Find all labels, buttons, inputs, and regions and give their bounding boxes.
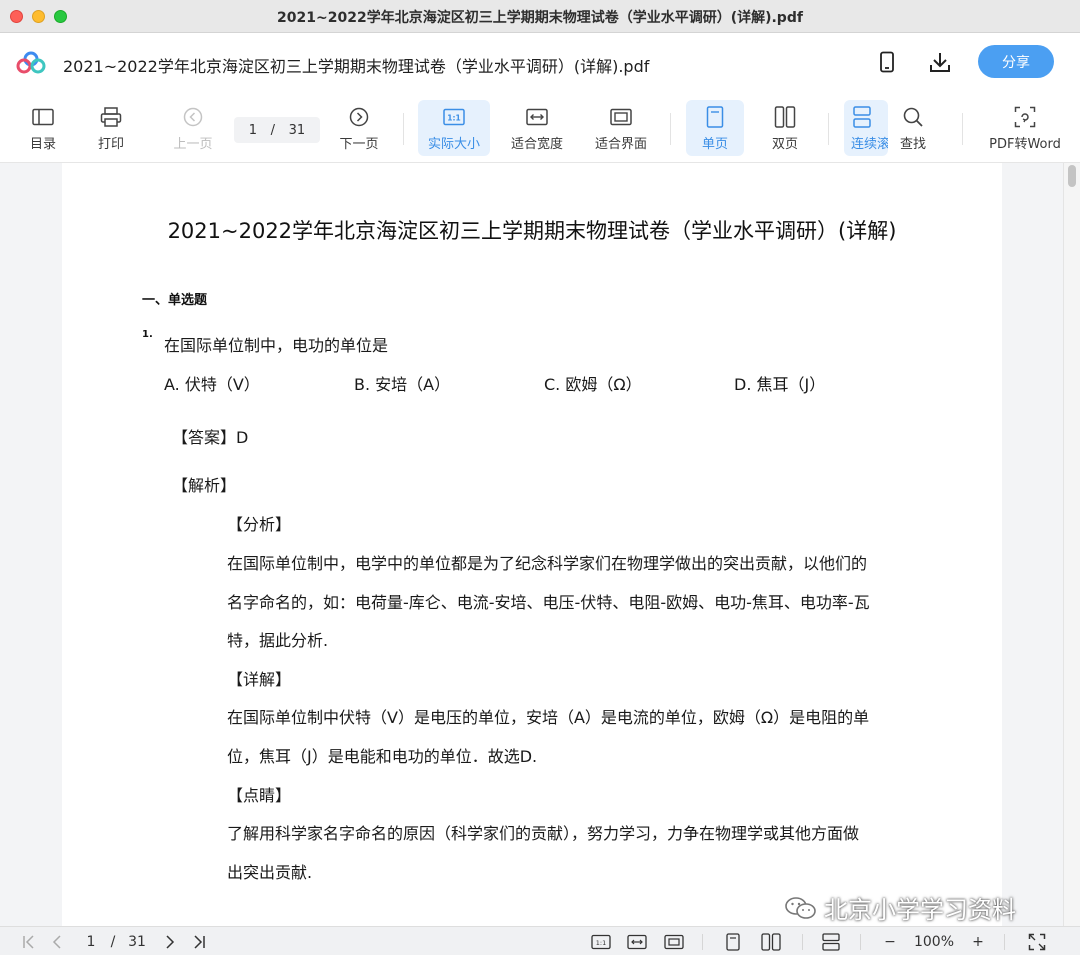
toolbar-divider xyxy=(670,113,671,145)
actual-size-icon: 1:1 xyxy=(443,106,465,128)
analysis-line: 名字命名的，如：电荷量-库仑、电流-安培、电压-伏特、电阻-欧姆、电功-焦耳、电… xyxy=(227,593,870,612)
watermark: 北京小学学习资料 xyxy=(784,890,1016,925)
single-page-icon[interactable] xyxy=(724,932,742,952)
svg-text:1:1: 1:1 xyxy=(447,114,460,123)
analysis-line: 在国际单位制中，电学中的单位都是为了纪念科学家们在物理学做出的突出贡献，以他们的 xyxy=(227,554,868,573)
double-page-icon xyxy=(774,106,796,128)
section-heading: 一、单选题 xyxy=(142,293,208,308)
bottom-page-sep: / xyxy=(110,934,116,950)
answer-line: 【答案】D xyxy=(172,428,249,447)
title-bar: 2021~2022学年北京海淀区初三上学期期末物理试卷（学业水平调研）(详解).… xyxy=(0,0,1080,33)
option-a: A. 伏特（V） xyxy=(164,375,260,394)
sidebar-icon xyxy=(32,106,54,128)
continuous-scroll-icon xyxy=(851,106,873,128)
prev-page-button[interactable]: 上一页 xyxy=(164,100,222,156)
analysis-line: 【点睛】 xyxy=(227,786,292,805)
toolbar-divider xyxy=(403,113,404,145)
pdf-to-word-button[interactable]: PDF转Word xyxy=(984,100,1066,156)
document-viewport[interactable]: 2021~2022学年北京海淀区初三上学期期末物理试卷（学业水平调研）(详解) … xyxy=(0,163,1080,926)
document-title: 2021~2022学年北京海淀区初三上学期期末物理试卷（学业水平调研）(详解).… xyxy=(63,57,650,76)
actual-size-button[interactable]: 1:1 实际大小 xyxy=(418,100,490,156)
analysis-line: 【详解】 xyxy=(227,670,292,689)
continuous-scroll-button[interactable]: 连续滚 xyxy=(844,100,888,156)
bottom-divider xyxy=(702,934,703,950)
zoom-level[interactable]: 100% xyxy=(910,932,958,952)
download-icon[interactable] xyxy=(927,49,953,75)
chevron-left-circle-icon xyxy=(182,106,204,128)
bottom-page-total: 31 xyxy=(128,934,146,950)
page-heading: 2021~2022学年北京海淀区初三上学期期末物理试卷（学业水平调研）(详解) xyxy=(167,219,897,243)
bottom-divider xyxy=(860,934,861,950)
fit-width-icon xyxy=(526,106,548,128)
zoom-in-button[interactable]: + xyxy=(968,932,988,952)
actual-size-icon[interactable]: 1:1 xyxy=(590,932,612,952)
fullscreen-icon[interactable] xyxy=(1026,932,1048,952)
page-number-input[interactable]: 1 / 31 xyxy=(234,117,320,143)
vertical-scrollbar[interactable] xyxy=(1063,163,1080,926)
search-button[interactable]: 查找 xyxy=(884,100,942,156)
app-logo-icon xyxy=(16,51,46,75)
phone-icon[interactable] xyxy=(874,49,900,75)
bottom-bar: 1 / 31 1:1 − 100% + xyxy=(0,926,1080,955)
analysis-line: 了解用科学家名字命名的原因（科学家们的贡献），努力学习，力争在物理学或其他方面做 xyxy=(227,824,860,843)
analysis-line: 【分析】 xyxy=(227,515,292,534)
svg-text:1:1: 1:1 xyxy=(596,939,606,947)
fit-page-button[interactable]: 适合界面 xyxy=(588,100,654,156)
bottom-page-current[interactable]: 1 xyxy=(84,932,98,952)
fit-width-button[interactable]: 适合宽度 xyxy=(504,100,570,156)
toc-button[interactable]: 目录 xyxy=(14,100,72,156)
print-button[interactable]: 打印 xyxy=(82,100,140,156)
fit-page-icon xyxy=(610,106,632,128)
next-page-icon[interactable] xyxy=(161,932,179,952)
analysis-line: 特，据此分析. xyxy=(227,631,329,650)
option-d: D. 焦耳（J） xyxy=(734,375,826,394)
analysis-line: 在国际单位制中伏特（V）是电压的单位，安培（A）是电流的单位，欧姆（Ω）是电阻的… xyxy=(227,708,870,727)
zoom-out-button[interactable]: − xyxy=(880,932,900,952)
search-icon xyxy=(902,106,924,128)
wechat-icon xyxy=(785,896,816,919)
app-window: 2021~2022学年北京海淀区初三上学期期末物理试卷（学业水平调研）(详解).… xyxy=(0,0,1080,955)
printer-icon xyxy=(100,106,122,128)
double-page-button[interactable]: 双页 xyxy=(756,100,814,156)
toolbar-divider xyxy=(828,113,829,145)
prev-page-icon[interactable] xyxy=(48,932,66,952)
analysis-line: 出突出贡献. xyxy=(227,863,313,882)
pdf-page: 2021~2022学年北京海淀区初三上学期期末物理试卷（学业水平调研）(详解) … xyxy=(62,163,1002,926)
double-page-icon[interactable] xyxy=(760,932,782,952)
continuous-scroll-icon[interactable] xyxy=(820,932,842,952)
option-b: B. 安培（A） xyxy=(354,375,451,394)
analysis-line: 位，焦耳（J）是电能和电功的单位．故选D. xyxy=(227,747,538,766)
toolbar-divider xyxy=(962,113,963,145)
bottom-divider xyxy=(802,934,803,950)
window-title: 2021~2022学年北京海淀区初三上学期期末物理试卷（学业水平调研）(详解).… xyxy=(277,10,803,26)
question-number: 1. xyxy=(142,329,153,340)
app-header: 2021~2022学年北京海淀区初三上学期期末物理试卷（学业水平调研）(详解).… xyxy=(0,33,1080,93)
convert-icon xyxy=(1014,106,1036,128)
toolbar: 目录 打印 上一页 1 / 31 下一页 1:1 实际大小 适合宽度 适合界面 … xyxy=(0,93,1080,163)
fit-width-icon[interactable] xyxy=(626,932,648,952)
chevron-right-circle-icon xyxy=(348,106,370,128)
analysis-heading: 【解析】 xyxy=(172,476,237,495)
last-page-icon[interactable] xyxy=(190,932,208,952)
share-button[interactable]: 分享 xyxy=(978,45,1054,78)
single-page-button[interactable]: 单页 xyxy=(686,100,744,156)
first-page-icon[interactable] xyxy=(20,932,38,952)
scrollbar-thumb[interactable] xyxy=(1068,165,1076,187)
option-c: C. 欧姆（Ω） xyxy=(544,375,642,394)
fit-page-icon[interactable] xyxy=(663,932,685,952)
question-text: 在国际单位制中，电功的单位是 xyxy=(164,336,389,355)
bottom-divider xyxy=(1004,934,1005,950)
single-page-icon xyxy=(704,106,726,128)
next-page-button[interactable]: 下一页 xyxy=(330,100,388,156)
